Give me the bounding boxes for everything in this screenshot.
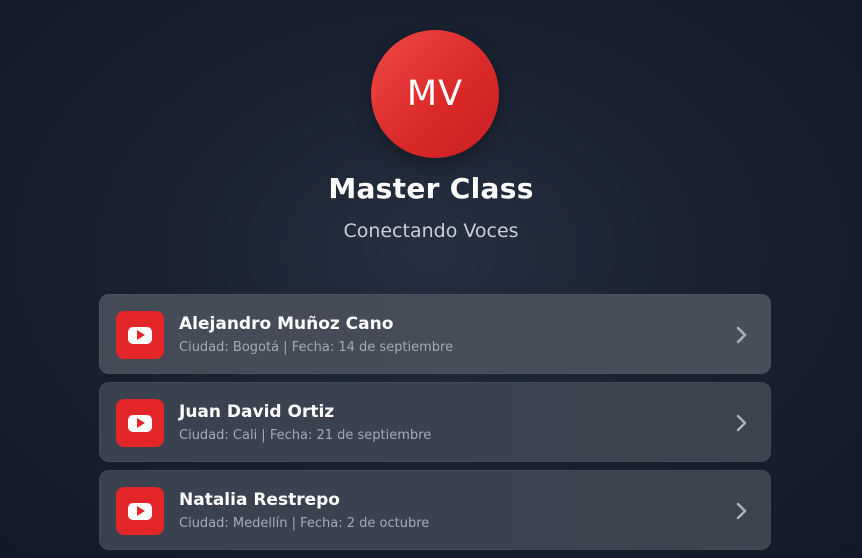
link-card-title: Juan David Ortiz bbox=[179, 402, 335, 422]
chevron-right-icon bbox=[736, 326, 747, 344]
avatar-initials: MV bbox=[406, 74, 464, 114]
chevron-right-icon bbox=[736, 502, 747, 520]
chevron-right-icon bbox=[736, 414, 747, 432]
page-subtitle: Conectando Voces bbox=[343, 220, 519, 242]
link-card-juan[interactable]: Juan David Ortiz Ciudad: Cali | Fecha: 2… bbox=[99, 382, 771, 462]
link-card-natalia[interactable]: Natalia Restrepo Ciudad: Medellín | Fech… bbox=[99, 470, 771, 550]
link-card-alejandro[interactable]: Alejandro Muñoz Cano Ciudad: Bogotá | Fe… bbox=[99, 294, 771, 374]
youtube-icon bbox=[116, 487, 164, 535]
youtube-icon bbox=[116, 311, 164, 359]
link-card-title: Natalia Restrepo bbox=[179, 490, 340, 510]
link-list: Alejandro Muñoz Cano Ciudad: Bogotá | Fe… bbox=[99, 294, 771, 558]
link-card-meta: Ciudad: Cali | Fecha: 21 de septiembre bbox=[179, 428, 432, 443]
avatar: MV bbox=[371, 30, 499, 158]
link-card-meta: Ciudad: Bogotá | Fecha: 14 de septiembre bbox=[179, 340, 454, 355]
link-card-title: Alejandro Muñoz Cano bbox=[179, 314, 394, 334]
youtube-icon bbox=[116, 399, 164, 447]
link-card-meta: Ciudad: Medellín | Fecha: 2 de octubre bbox=[179, 516, 430, 531]
page-title: Master Class bbox=[328, 172, 534, 205]
